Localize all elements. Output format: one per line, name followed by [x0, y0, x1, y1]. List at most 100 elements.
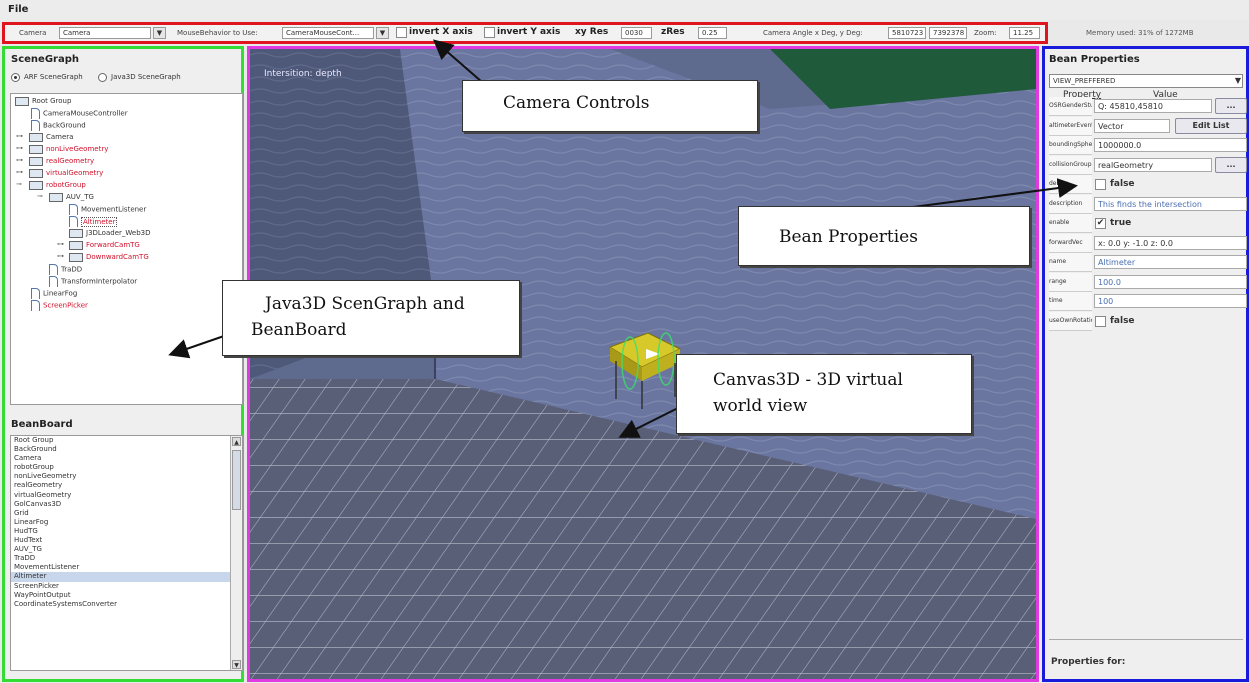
enable-checkbox[interactable]: ✔	[1095, 218, 1106, 229]
expand-handle[interactable]: ⊶	[16, 168, 23, 176]
camera-angle-y-input[interactable]: 7392378	[929, 27, 967, 39]
xy-res-label: xy Res	[575, 27, 609, 37]
scenegraph-tree[interactable]: Root Group CameraMouseController BackGro…	[10, 93, 243, 405]
scenegraph-panel: SceneGraph ARF SceneGraph Java3D SceneGr…	[2, 46, 244, 682]
group-icon	[29, 156, 43, 166]
tree-node[interactable]: virtualGeometry	[29, 168, 103, 179]
tree-node-selected[interactable]: Altimeter	[69, 216, 118, 227]
tree-node[interactable]: DownwardCamTG	[69, 252, 149, 263]
beanboard-item[interactable]: Altimeter	[11, 572, 242, 582]
debug-checkbox[interactable]	[1095, 179, 1106, 190]
property-row: description This finds the intersection	[1049, 194, 1247, 215]
mouse-behavior-label: MouseBehavior to Use:	[177, 29, 258, 37]
bean-selector[interactable]: VIEW_PREFFERED ▼	[1049, 74, 1243, 88]
beanboard-title: BeanBoard	[11, 419, 73, 430]
scroll-down-icon[interactable]: ▼	[232, 660, 241, 669]
beanboard-item[interactable]: GolCanvas3D	[11, 500, 242, 509]
tree-node[interactable]: CameraMouseController	[31, 108, 128, 119]
collapse-handle[interactable]: ⊸	[16, 180, 22, 188]
node-icon	[31, 120, 40, 131]
tree-node[interactable]: AUV_TG	[49, 192, 94, 203]
property-row: enable ✔ true	[1049, 214, 1247, 234]
beanboard-item[interactable]: Camera	[11, 454, 242, 463]
invert-x-label: invert X axis	[409, 27, 473, 37]
beanboard-item[interactable]: BackGround	[11, 445, 242, 454]
tree-node[interactable]: TransformInterpolator	[49, 276, 137, 287]
annotation-scenegraph: Java3D ScenGraph and BeanBoard	[222, 280, 520, 356]
beanboard-scrollbar[interactable]: ▲ ▼	[230, 436, 242, 670]
tree-node[interactable]: BackGround	[31, 120, 86, 131]
tree-node[interactable]: LinearFog	[31, 288, 77, 299]
group-icon	[29, 168, 43, 178]
group-icon	[69, 228, 83, 238]
radio-arf[interactable]	[11, 73, 20, 82]
property-row: time 100	[1049, 292, 1247, 312]
beanboard-item[interactable]: realGeometry	[11, 481, 242, 490]
tree-node[interactable]: ForwardCamTG	[69, 240, 140, 251]
camera-dropdown-arrow[interactable]: ▼	[153, 27, 166, 39]
node-icon	[31, 300, 40, 311]
scenegraph-title: SceneGraph	[11, 54, 79, 65]
xy-res-input[interactable]: 0030	[621, 27, 652, 39]
beanboard-list[interactable]: Root Group BackGround Camera robotGroup nonL…	[10, 435, 243, 671]
node-icon	[49, 276, 58, 287]
tree-node[interactable]: J3DLoader_Web3D	[69, 228, 151, 239]
edit-ellipsis-button[interactable]: ...	[1215, 156, 1247, 173]
tree-node[interactable]: Root Group	[15, 96, 71, 107]
beanboard-item[interactable]: HudText	[11, 536, 242, 545]
tree-node[interactable]: TraDD	[49, 264, 82, 275]
expand-handle[interactable]: ⊶	[16, 132, 23, 140]
collapse-handle[interactable]: ⊸	[37, 192, 43, 200]
beanboard-item[interactable]: LinearFog	[11, 518, 242, 527]
expand-handle[interactable]: ⊶	[57, 252, 64, 260]
property-row: name Altimeter	[1049, 253, 1247, 273]
expand-handle[interactable]: ⊶	[16, 156, 23, 164]
camera-select[interactable]: Camera	[59, 27, 151, 39]
mouse-behavior-dropdown-arrow[interactable]: ▼	[376, 27, 389, 39]
beanboard-item[interactable]: HudTG	[11, 527, 242, 536]
radio-arf-label: ARF SceneGraph	[24, 73, 83, 81]
expand-handle[interactable]: ⊶	[16, 144, 23, 152]
beanboard-item[interactable]: virtualGeometry	[11, 491, 242, 500]
camera-angle-x-input[interactable]: 5810723	[888, 27, 926, 39]
expand-handle[interactable]: ⊶	[57, 240, 64, 248]
zoom-input[interactable]: 11.25	[1009, 27, 1040, 39]
property-row: boundingSphe... 1000000.0	[1049, 136, 1247, 156]
beanboard-item[interactable]: ScreenPicker	[11, 582, 242, 591]
zoom-label: Zoom:	[974, 29, 997, 37]
beanboard-item[interactable]: nonLiveGeometry	[11, 472, 242, 481]
camera-controls-toolbar: Camera Camera ▼ MouseBehavior to Use: Ca…	[2, 22, 1048, 44]
z-res-input[interactable]: 0.25	[698, 27, 727, 39]
scroll-up-icon[interactable]: ▲	[232, 437, 241, 446]
group-icon	[29, 180, 43, 190]
tree-node[interactable]: ScreenPicker	[31, 300, 88, 311]
property-row: altimeterEvent... Vector Edit List	[1049, 116, 1247, 137]
tree-node[interactable]: realGeometry	[29, 156, 94, 167]
group-icon	[49, 192, 63, 202]
tree-node[interactable]: Camera	[29, 132, 73, 143]
mouse-behavior-select[interactable]: CameraMouseCont...	[282, 27, 374, 39]
beanboard-item[interactable]: robotGroup	[11, 463, 242, 472]
radio-java3d[interactable]	[98, 73, 107, 82]
beanboard-item[interactable]: Root Group	[11, 436, 242, 445]
node-icon	[69, 204, 78, 215]
use-own-rotation-checkbox[interactable]	[1095, 315, 1106, 327]
menu-file[interactable]: File	[8, 4, 28, 15]
beanboard-item[interactable]: Grid	[11, 509, 242, 518]
radio-java3d-label: Java3D SceneGraph	[111, 73, 181, 81]
tree-node[interactable]: robotGroup	[29, 180, 86, 191]
invert-x-checkbox[interactable]	[396, 27, 407, 38]
menu-bar: File	[0, 0, 1249, 20]
beanboard-item[interactable]: MovementListener	[11, 563, 242, 572]
beanboard-item[interactable]: CoordinateSystemsConverter	[11, 600, 242, 609]
edit-list-button[interactable]: Edit List	[1175, 117, 1247, 134]
beanboard-item[interactable]: TraDD	[11, 554, 242, 563]
beanboard-item[interactable]: AUV_TG	[11, 545, 242, 554]
tree-node[interactable]: MovementListener	[69, 204, 146, 215]
edit-ellipsis-button[interactable]: ...	[1215, 98, 1247, 114]
divider	[1049, 639, 1243, 640]
tree-node[interactable]: nonLiveGeometry	[29, 144, 108, 155]
scroll-thumb[interactable]	[232, 450, 241, 510]
beanboard-item[interactable]: WayPointOutput	[11, 591, 242, 600]
invert-y-checkbox[interactable]	[484, 27, 495, 38]
